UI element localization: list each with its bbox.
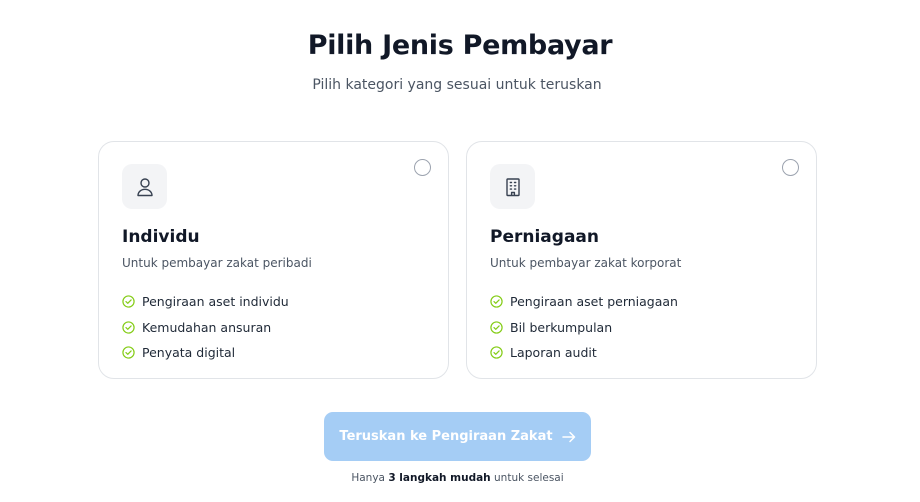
- feature-label: Pengiraan aset individu: [142, 294, 289, 310]
- card-title: Perniagaan: [490, 227, 599, 247]
- footnote-prefix: Hanya: [351, 472, 385, 484]
- check-circle-icon: [490, 346, 503, 359]
- building-icon: [490, 164, 535, 209]
- page-title: Pilih Jenis Pembayar: [307, 30, 613, 61]
- card-title: Individu: [122, 227, 200, 247]
- user-icon: [122, 164, 167, 209]
- feature-item: Kemudahan ansuran: [122, 315, 289, 341]
- option-card-perniagaan[interactable]: Perniagaan Untuk pembayar zakat korporat…: [466, 141, 817, 379]
- feature-list: Pengiraan aset perniagaan Bil berkumpula…: [490, 289, 678, 366]
- footnote-suffix: untuk selesai: [494, 472, 564, 484]
- check-circle-icon: [122, 295, 135, 308]
- check-circle-icon: [122, 346, 135, 359]
- arrow-right-icon: [561, 431, 575, 442]
- footnote-highlight: 3 langkah mudah: [388, 472, 491, 484]
- continue-button-label: Teruskan ke Pengiraan Zakat: [339, 429, 553, 444]
- check-circle-icon: [490, 295, 503, 308]
- card-description: Untuk pembayar zakat peribadi: [122, 256, 312, 270]
- footnote: Hanya 3 langkah mudah untuk selesai: [0, 472, 915, 484]
- feature-label: Penyata digital: [142, 345, 236, 361]
- feature-label: Kemudahan ansuran: [142, 319, 272, 335]
- page-subtitle: Pilih kategori yang sesuai untuk teruska…: [312, 77, 602, 93]
- feature-label: Pengiraan aset perniagaan: [510, 294, 678, 310]
- option-card-individu[interactable]: Individu Untuk pembayar zakat peribadi P…: [98, 141, 449, 379]
- continue-button[interactable]: Teruskan ke Pengiraan Zakat: [324, 412, 591, 461]
- feature-list: Pengiraan aset individu Kemudahan ansura…: [122, 289, 289, 366]
- feature-item: Pengiraan aset perniagaan: [490, 289, 678, 315]
- feature-label: Laporan audit: [510, 345, 597, 361]
- feature-item: Laporan audit: [490, 340, 678, 366]
- card-description: Untuk pembayar zakat korporat: [490, 256, 682, 270]
- feature-item: Pengiraan aset individu: [122, 289, 289, 315]
- radio-individu[interactable]: [414, 159, 431, 176]
- feature-item: Penyata digital: [122, 340, 289, 366]
- check-circle-icon: [490, 321, 503, 334]
- radio-perniagaan[interactable]: [782, 159, 799, 176]
- check-circle-icon: [122, 321, 135, 334]
- feature-item: Bil berkumpulan: [490, 315, 678, 341]
- feature-label: Bil berkumpulan: [510, 319, 613, 335]
